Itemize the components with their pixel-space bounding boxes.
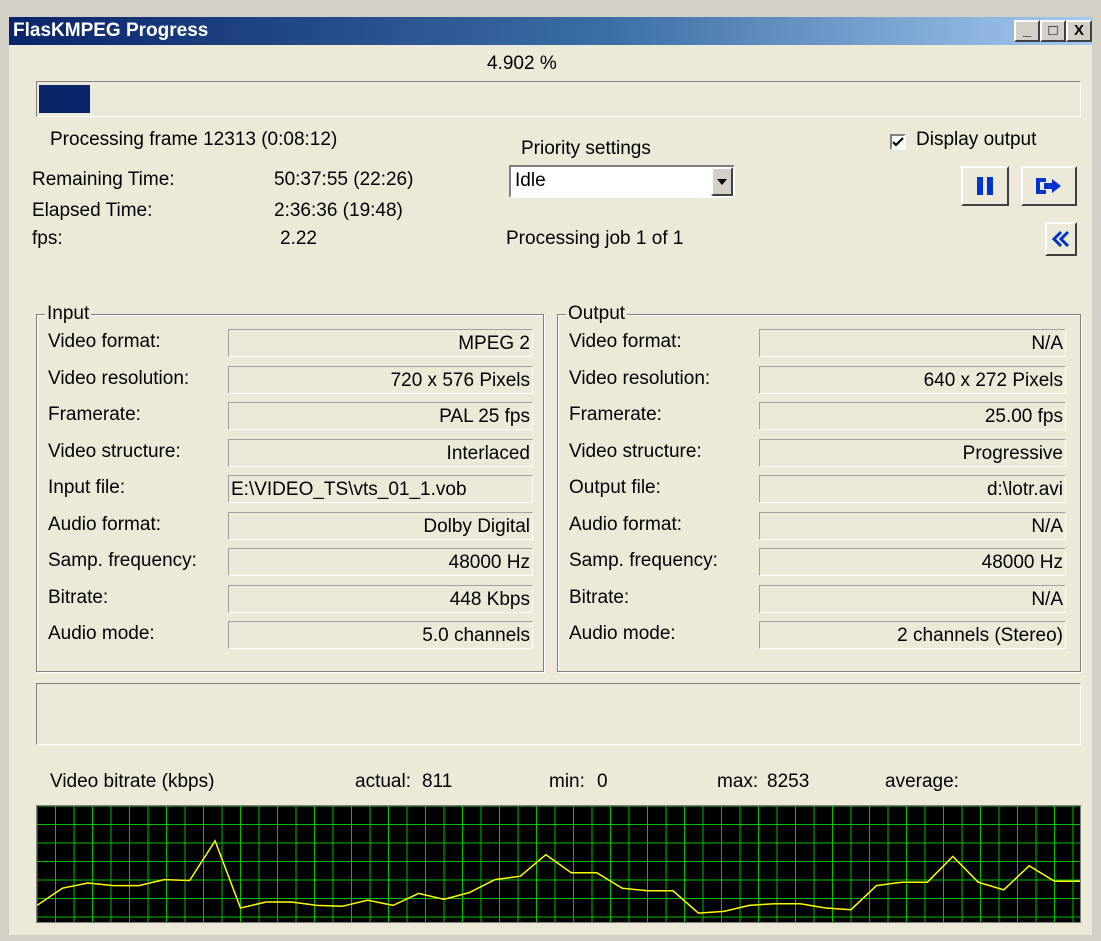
output-row-label: Output file: xyxy=(569,477,661,498)
input-row-value: MPEG 2 xyxy=(228,329,533,357)
exit-icon xyxy=(1036,178,1061,194)
output-row-value: 640 x 272 Pixels xyxy=(759,365,1066,394)
bitrate-average-label: average: xyxy=(885,771,959,792)
output-row-value: 25.00 fps xyxy=(759,402,1066,430)
input-row-value: E:\VIDEO_TS\vts_01_1.vob xyxy=(228,475,533,503)
bitrate-min-value: 0 xyxy=(597,771,608,792)
output-row-label: Audio format: xyxy=(569,513,682,535)
job-status: Processing job 1 of 1 xyxy=(506,228,684,249)
output-group: Output Video format: N/A Video resolution:… xyxy=(557,303,1081,672)
output-row-value: Progressive xyxy=(759,438,1066,467)
input-row-label: Video format: xyxy=(48,331,161,352)
remaining-time-label: Remaining Time: xyxy=(32,169,175,190)
output-row-value: N/A xyxy=(759,511,1066,540)
progress-bar-fill xyxy=(39,85,90,113)
output-row-value: 2 channels (Stereo) xyxy=(759,621,1066,649)
output-row-value: N/A xyxy=(759,329,1066,357)
priority-select[interactable]: Idle xyxy=(509,165,735,198)
fps-value: 2.22 xyxy=(280,228,317,249)
input-group: Input Video format: MPEG 2 Video resolutio… xyxy=(36,303,544,672)
display-output-label[interactable]: Display output xyxy=(916,129,1036,151)
output-row-value: d:\lotr.avi xyxy=(759,475,1066,503)
bitrate-max-label: max: xyxy=(717,771,759,792)
bitrate-actual-label: actual: xyxy=(355,771,411,792)
input-row-label: Bitrate: xyxy=(48,586,109,608)
bitrate-title: Video bitrate (kbps) xyxy=(50,771,215,792)
fps-label: fps: xyxy=(32,228,63,249)
frame-status: Processing frame 12313 (0:08:12) xyxy=(50,129,338,150)
bitrate-max-value: 8253 xyxy=(767,771,810,792)
input-row-value: 5.0 channels xyxy=(228,621,533,649)
input-row-value: 48000 Hz xyxy=(228,548,533,576)
exit-button[interactable] xyxy=(1021,166,1077,206)
collapse-button[interactable] xyxy=(1045,222,1077,256)
maximize-button[interactable]: □ xyxy=(1040,20,1066,42)
output-row-label: Samp. frequency: xyxy=(569,550,718,571)
output-row-label: Audio mode: xyxy=(569,623,676,644)
progress-bar xyxy=(36,81,1081,117)
input-row-label: Audio mode: xyxy=(48,623,155,644)
bitrate-series-line xyxy=(36,839,1080,914)
close-button[interactable]: X xyxy=(1066,20,1092,42)
bitrate-min-label: min: xyxy=(549,771,585,792)
window-title: FlasKMPEG Progress xyxy=(13,20,209,41)
input-row-label: Video resolution: xyxy=(48,367,190,389)
input-row-value: 720 x 576 Pixels xyxy=(228,365,533,394)
priority-selected-value: Idle xyxy=(515,170,546,191)
output-group-legend: Output xyxy=(566,303,628,325)
priority-label: Priority settings xyxy=(521,138,651,159)
remaining-time-value: 50:37:55 (22:26) xyxy=(274,169,414,190)
double-chevron-left-icon xyxy=(1051,230,1070,248)
pause-icon xyxy=(977,177,993,195)
progress-window: FlasKMPEG Progress _ □ X 4.902 % Process… xyxy=(0,0,1101,941)
input-row-label: Input file: xyxy=(48,477,126,498)
pause-button[interactable] xyxy=(961,166,1009,206)
input-row-value: Interlaced xyxy=(228,438,533,467)
output-row-label: Video resolution: xyxy=(569,367,711,389)
output-row-label: Video structure: xyxy=(569,440,702,462)
output-row-value: 48000 Hz xyxy=(759,548,1066,576)
input-row-label: Samp. frequency: xyxy=(48,550,197,571)
chevron-down-icon[interactable] xyxy=(711,167,733,196)
progress-percent: 4.902 % xyxy=(487,53,557,74)
input-group-legend: Input xyxy=(45,303,92,325)
bitrate-graph-canvas xyxy=(36,805,1080,922)
checkmark-icon xyxy=(892,137,904,147)
minimize-button[interactable]: _ xyxy=(1014,20,1040,42)
display-output-checkbox[interactable] xyxy=(890,134,906,150)
output-row-label: Framerate: xyxy=(569,404,662,425)
elapsed-time-value: 2:36:36 (19:48) xyxy=(274,200,403,221)
bitrate-actual-value: 811 xyxy=(422,771,453,792)
output-row-label: Video format: xyxy=(569,331,682,352)
input-row-value: 448 Kbps xyxy=(228,584,533,613)
bitrate-graph xyxy=(36,805,1081,923)
input-row-value: PAL 25 fps xyxy=(228,402,533,430)
dialog-body: 4.902 % Processing frame 12313 (0:08:12)… xyxy=(9,45,1092,935)
output-row-label: Bitrate: xyxy=(569,586,630,608)
elapsed-time-label: Elapsed Time: xyxy=(32,200,153,221)
status-panel xyxy=(36,683,1081,745)
input-row-label: Video structure: xyxy=(48,440,181,462)
title-bar[interactable]: FlasKMPEG Progress _ □ X xyxy=(9,17,1092,45)
input-row-label: Framerate: xyxy=(48,404,141,425)
input-row-value: Dolby Digital xyxy=(228,511,533,540)
input-row-label: Audio format: xyxy=(48,513,161,535)
output-row-value: N/A xyxy=(759,584,1066,613)
